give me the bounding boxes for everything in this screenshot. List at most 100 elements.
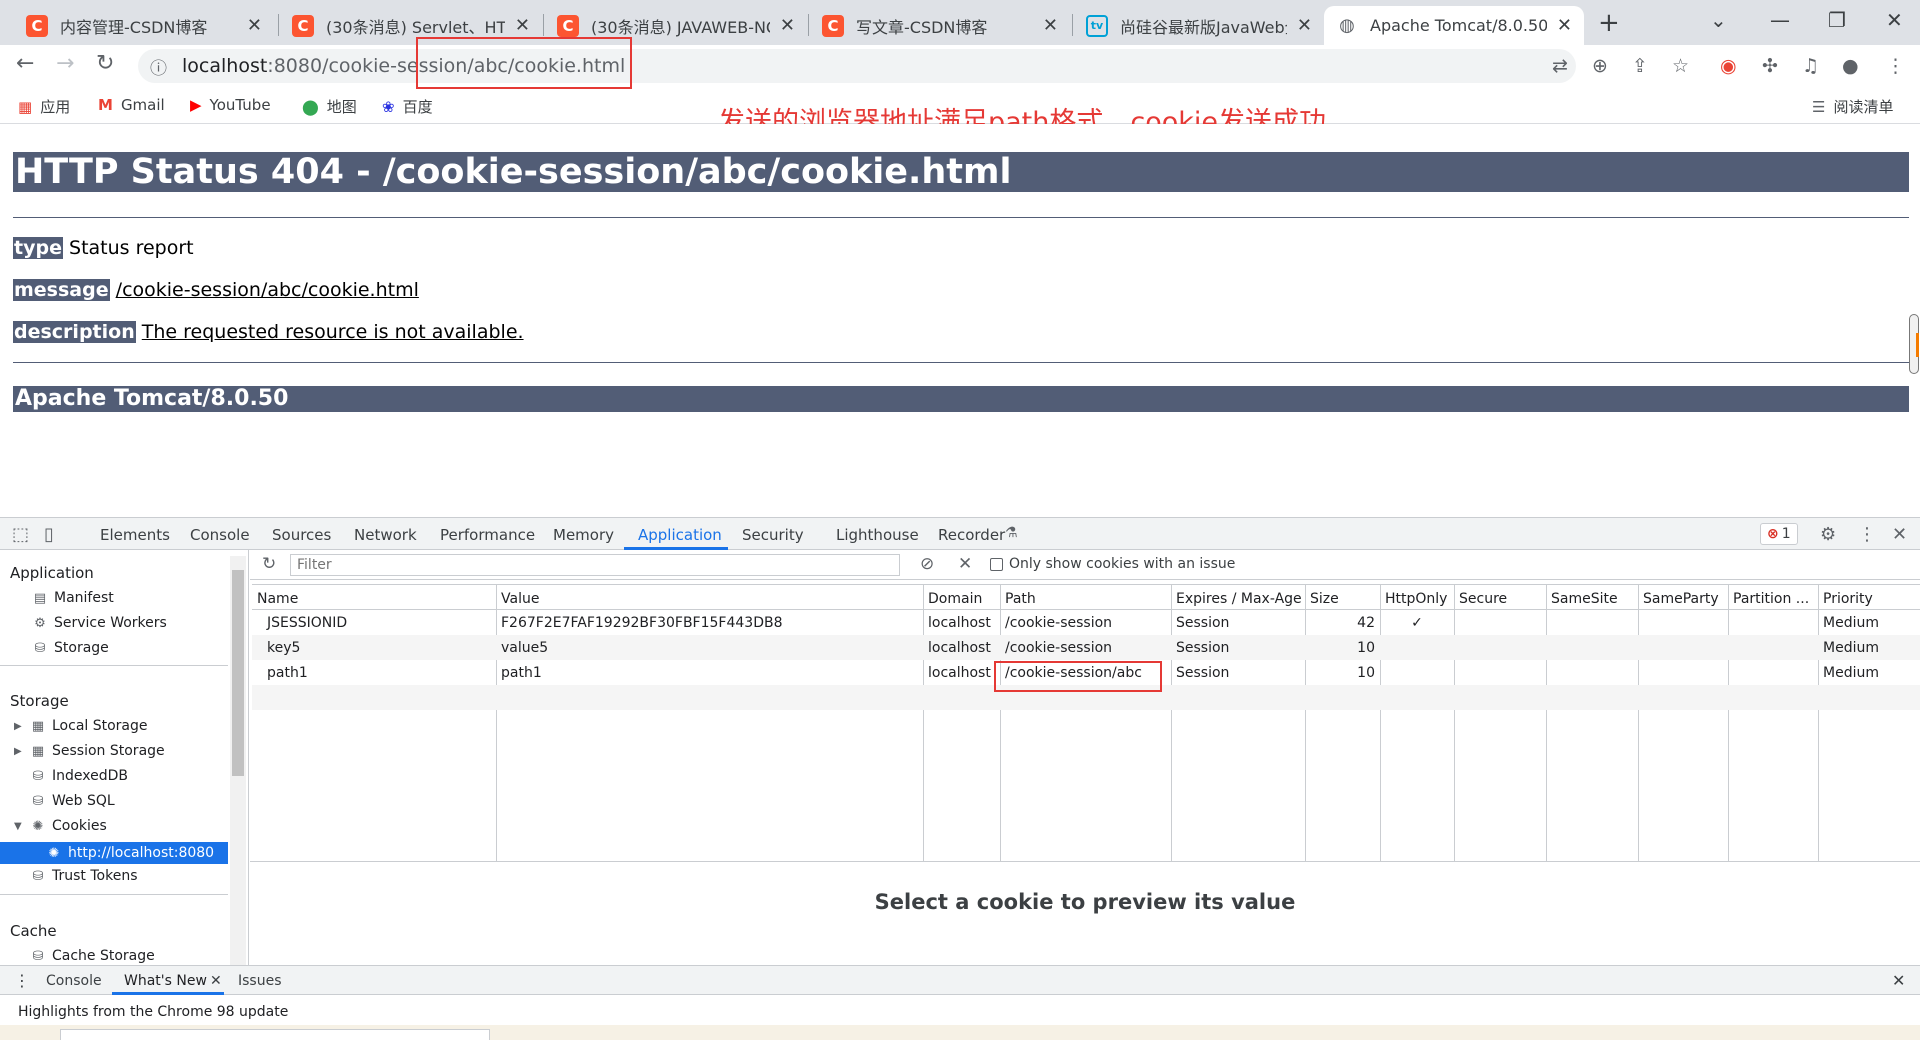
cookies-toolbar: ↻ ⊘ ✕ Only show cookies with an issue	[250, 550, 1920, 580]
close-tab-icon[interactable]: ✕	[515, 15, 530, 36]
drawer-tab-console[interactable]: Console	[46, 973, 102, 989]
page-scrollbar[interactable]	[1909, 314, 1919, 374]
bookmark-label: 百度	[402, 98, 433, 116]
bookmark-gmail[interactable]: M Gmail	[98, 96, 165, 114]
share-icon[interactable]: ⇪	[1632, 55, 1648, 77]
close-tab-icon[interactable]: ✕	[1297, 15, 1312, 36]
devtools-menu-icon[interactable]: ⋮	[1858, 524, 1876, 545]
close-drawer-icon[interactable]: ✕	[1892, 971, 1905, 990]
table-row[interactable]: JSESSIONID F267F2E7FAF19292BF30FBF15F443…	[252, 610, 1920, 635]
settings-gear-icon[interactable]: ⚙	[1820, 524, 1836, 545]
close-devtools-icon[interactable]: ✕	[1892, 524, 1907, 545]
sidebar-item-storage[interactable]: ⛁ Storage	[30, 640, 109, 656]
collapse-arrow-icon[interactable]: ▼	[14, 821, 26, 832]
column-header-size[interactable]: Size	[1305, 585, 1380, 610]
cookie-filter-input[interactable]	[290, 554, 900, 576]
back-button[interactable]: ←	[16, 51, 34, 76]
reading-list-button[interactable]: ☰ 阅读清单	[1812, 96, 1893, 117]
address-bar[interactable]: ⓘ localhost:8080/cookie-session/abc/cook…	[138, 49, 1576, 83]
tab-network[interactable]: Network	[354, 526, 417, 544]
close-tab-icon[interactable]: ✕	[1557, 15, 1572, 36]
column-header-samesite[interactable]: SameSite	[1546, 585, 1638, 610]
translate-icon[interactable]: ⇄	[1552, 55, 1568, 77]
column-header-domain[interactable]: Domain	[923, 585, 1000, 610]
device-toolbar-icon[interactable]: ▯	[44, 524, 54, 545]
bookmark-baidu[interactable]: ❀ 百度	[382, 96, 433, 117]
column-header-priority[interactable]: Priority	[1818, 585, 1920, 610]
close-tab-icon[interactable]: ✕	[1043, 15, 1058, 36]
tab-recorder[interactable]: Recorder	[938, 526, 1005, 544]
restore-window-icon[interactable]: ❐	[1828, 8, 1846, 32]
sidebar-item-web-sql[interactable]: ⛁ Web SQL	[28, 793, 115, 809]
bookmark-apps[interactable]: ▦ 应用	[18, 96, 70, 117]
drawer-tab-whats-new[interactable]: What's New	[124, 973, 207, 989]
experimental-flask-icon: ⚗	[1005, 525, 1018, 541]
sidebar-item-cache-storage[interactable]: ⛁ Cache Storage	[28, 948, 155, 964]
drawer-tab-issues[interactable]: Issues	[238, 973, 282, 989]
minimize-window-icon[interactable]: —	[1770, 8, 1790, 32]
bookmark-maps[interactable]: ⬤ 地图	[302, 96, 357, 117]
browser-tab[interactable]: tv 尚硅谷最新版JavaWeb全套 ✕	[1074, 6, 1324, 45]
extensions-puzzle-icon[interactable]: ✣	[1762, 55, 1778, 77]
delete-selected-icon[interactable]: ✕	[958, 554, 972, 574]
site-info-icon[interactable]: ⓘ	[150, 54, 182, 79]
bookmark-youtube[interactable]: ▶ YouTube	[190, 96, 271, 114]
tab-search-icon[interactable]: ⌄	[1710, 8, 1727, 32]
tab-application[interactable]: Application	[638, 526, 722, 544]
table-row[interactable]: key5 value5 localhost /cookie-session Se…	[252, 635, 1920, 660]
column-header-sameparty[interactable]: SameParty	[1638, 585, 1728, 610]
tab-sources[interactable]: Sources	[272, 526, 331, 544]
column-header-secure[interactable]: Secure	[1454, 585, 1546, 610]
media-control-icon[interactable]: ♫	[1802, 55, 1819, 77]
forward-button[interactable]: →	[56, 51, 74, 76]
close-drawer-tab-icon[interactable]: ✕	[210, 973, 222, 989]
checkbox[interactable]	[990, 557, 1003, 571]
close-tab-icon[interactable]: ✕	[247, 15, 262, 36]
sidebar-item-trust-tokens[interactable]: ⛁ Trust Tokens	[28, 868, 138, 884]
cell-priority: Medium	[1823, 665, 1879, 681]
close-window-icon[interactable]: ✕	[1886, 8, 1903, 32]
close-tab-icon[interactable]: ✕	[780, 15, 795, 36]
profile-avatar-icon[interactable]: ●	[1842, 55, 1859, 77]
reload-button[interactable]: ↻	[96, 51, 114, 76]
sidebar-scrollbar[interactable]	[230, 556, 246, 965]
browser-menu-icon[interactable]: ⋮	[1886, 55, 1905, 77]
browser-tab[interactable]: C 写文章-CSDN博客 ✕	[810, 6, 1070, 45]
expand-arrow-icon[interactable]: ▶	[14, 746, 26, 757]
column-header-value[interactable]: Value	[496, 585, 923, 610]
error-count-badge[interactable]: ⊗ 1	[1760, 523, 1798, 545]
expand-arrow-icon[interactable]: ▶	[14, 721, 26, 732]
browser-tab[interactable]: C 内容管理-CSDN博客 ✕	[14, 6, 274, 45]
bookmark-star-icon[interactable]: ☆	[1672, 55, 1689, 77]
sidebar-item-service-workers[interactable]: ⚙ Service Workers	[30, 615, 167, 631]
extension-color-icon[interactable]: ◉	[1720, 55, 1737, 77]
sidebar-scroll-thumb[interactable]	[232, 570, 244, 776]
sidebar-item-session-storage[interactable]: ▶ ▦ Session Storage	[14, 743, 165, 759]
column-header-httponly[interactable]: HttpOnly	[1380, 585, 1454, 610]
tab-console[interactable]: Console	[190, 526, 250, 544]
column-header-partition[interactable]: Partition ...	[1728, 585, 1818, 610]
new-tab-button[interactable]: +	[1598, 8, 1620, 38]
refresh-icon[interactable]: ↻	[262, 554, 276, 574]
sidebar-item-manifest[interactable]: ▤ Manifest	[30, 590, 114, 606]
browser-tab-active[interactable]: ◍ Apache Tomcat/8.0.50 - E ✕	[1324, 6, 1584, 45]
sidebar-item-local-storage[interactable]: ▶ ▦ Local Storage	[14, 718, 148, 734]
inspect-element-icon[interactable]: ⬚	[12, 524, 29, 545]
column-header-path[interactable]: Path	[1000, 585, 1171, 610]
column-header-name[interactable]: Name	[252, 585, 496, 610]
tab-elements[interactable]: Elements	[100, 526, 170, 544]
sidebar-item-indexeddb[interactable]: ⛁ IndexedDB	[28, 768, 128, 784]
clear-filtered-icon[interactable]: ⊘	[920, 554, 934, 574]
drawer-menu-icon[interactable]: ⋮	[14, 971, 30, 990]
sidebar-item-label: Session Storage	[52, 743, 165, 759]
zoom-icon[interactable]: ⊕	[1592, 55, 1608, 77]
tab-lighthouse[interactable]: Lighthouse	[836, 526, 919, 544]
sidebar-item-cookie-origin[interactable]: ✺ http://localhost:8080	[0, 842, 228, 864]
tab-memory[interactable]: Memory	[553, 526, 614, 544]
column-header-expires[interactable]: Expires / Max-Age	[1171, 585, 1305, 610]
only-issue-toggle[interactable]: Only show cookies with an issue	[990, 556, 1235, 572]
tab-performance[interactable]: Performance	[440, 526, 535, 544]
tab-security[interactable]: Security	[742, 526, 804, 544]
sidebar-item-cookies[interactable]: ▼ ✺ Cookies	[14, 818, 107, 834]
tab-title: 写文章-CSDN博客	[856, 17, 988, 37]
